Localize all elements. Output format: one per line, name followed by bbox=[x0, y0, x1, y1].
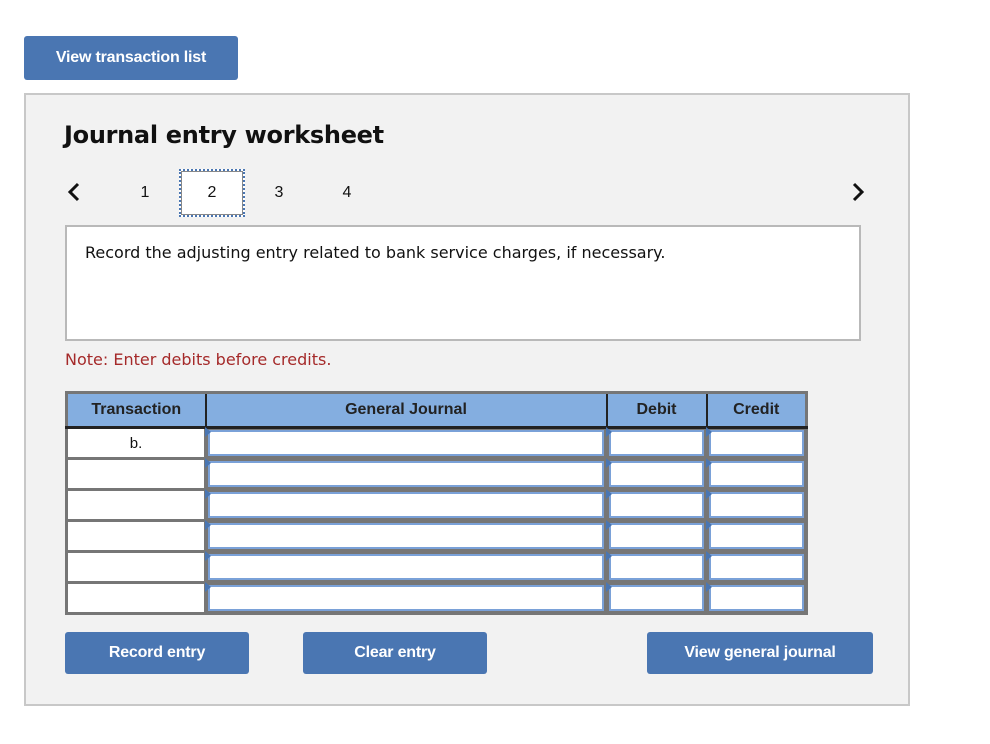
debit-input[interactable] bbox=[609, 430, 704, 456]
debit-input[interactable] bbox=[609, 461, 704, 487]
debit-cell bbox=[605, 519, 708, 553]
entry-note: Note: Enter debits before credits. bbox=[65, 350, 332, 369]
transaction-cell: b. bbox=[65, 426, 207, 460]
account-select[interactable] bbox=[208, 523, 604, 549]
clear-entry-button[interactable]: Clear entry bbox=[303, 632, 487, 674]
page-tab-3[interactable]: 3 bbox=[246, 169, 312, 217]
debit-cell bbox=[605, 488, 708, 522]
credit-cell bbox=[705, 581, 808, 615]
worksheet-pagination: 1 2 3 4 bbox=[26, 169, 908, 217]
account-select[interactable] bbox=[208, 461, 604, 487]
general_journal-cell bbox=[204, 488, 608, 522]
chevron-left-icon[interactable] bbox=[64, 181, 84, 203]
table-row: b. bbox=[65, 426, 808, 460]
input-marker-icon bbox=[606, 427, 612, 437]
credit-cell bbox=[705, 488, 808, 522]
worksheet-title: Journal entry worksheet bbox=[64, 121, 384, 149]
credit-cell bbox=[705, 550, 808, 584]
general_journal-cell bbox=[204, 550, 608, 584]
input-marker-icon bbox=[606, 458, 612, 468]
page-tab-1[interactable]: 1 bbox=[112, 169, 178, 217]
journal-entry-worksheet-panel: Journal entry worksheet 1 2 3 4 Record t… bbox=[24, 93, 910, 706]
debit-cell bbox=[605, 426, 708, 460]
input-marker-icon bbox=[606, 551, 612, 561]
input-marker-icon bbox=[706, 582, 712, 592]
input-marker-icon bbox=[205, 520, 211, 530]
account-select[interactable] bbox=[208, 492, 604, 518]
input-marker-icon bbox=[205, 427, 211, 437]
credit-cell bbox=[705, 519, 808, 553]
header-transaction: Transaction bbox=[66, 392, 207, 429]
credit-input[interactable] bbox=[709, 585, 804, 611]
credit-input[interactable] bbox=[709, 554, 804, 580]
input-marker-icon bbox=[706, 458, 712, 468]
page-tab-2[interactable]: 2 bbox=[179, 169, 245, 217]
chevron-right-icon[interactable] bbox=[848, 181, 868, 203]
table-row bbox=[65, 550, 808, 584]
input-marker-icon bbox=[606, 582, 612, 592]
account-select[interactable] bbox=[208, 430, 604, 456]
debit-input[interactable] bbox=[609, 523, 704, 549]
input-marker-icon bbox=[205, 582, 211, 592]
general_journal-cell bbox=[204, 519, 608, 553]
input-marker-icon bbox=[205, 489, 211, 499]
credit-input[interactable] bbox=[709, 492, 804, 518]
input-marker-icon bbox=[606, 520, 612, 530]
table-row bbox=[65, 519, 808, 553]
credit-input[interactable] bbox=[709, 430, 804, 456]
input-marker-icon bbox=[706, 520, 712, 530]
table-row bbox=[65, 457, 808, 491]
journal-entry-table: Transaction General Journal Debit Credit… bbox=[65, 391, 808, 615]
input-marker-icon bbox=[205, 551, 211, 561]
table-row bbox=[65, 581, 808, 615]
header-credit: Credit bbox=[706, 392, 807, 429]
transaction-cell bbox=[65, 488, 207, 522]
input-marker-icon bbox=[706, 489, 712, 499]
transaction-cell bbox=[65, 550, 207, 584]
credit-cell bbox=[705, 426, 808, 460]
input-marker-icon bbox=[706, 427, 712, 437]
input-marker-icon bbox=[606, 489, 612, 499]
general_journal-cell bbox=[204, 426, 608, 460]
debit-input[interactable] bbox=[609, 554, 704, 580]
account-select[interactable] bbox=[208, 554, 604, 580]
entry-description: Record the adjusting entry related to ba… bbox=[65, 225, 861, 341]
debit-cell bbox=[605, 457, 708, 491]
page-tab-4[interactable]: 4 bbox=[314, 169, 380, 217]
input-marker-icon bbox=[205, 458, 211, 468]
debit-input[interactable] bbox=[609, 585, 704, 611]
account-select[interactable] bbox=[208, 585, 604, 611]
transaction-cell bbox=[65, 519, 207, 553]
debit-cell bbox=[605, 550, 708, 584]
general_journal-cell bbox=[204, 457, 608, 491]
view-general-journal-button[interactable]: View general journal bbox=[647, 632, 873, 674]
transaction-cell bbox=[65, 457, 207, 491]
credit-input[interactable] bbox=[709, 523, 804, 549]
input-marker-icon bbox=[706, 551, 712, 561]
debit-input[interactable] bbox=[609, 492, 704, 518]
transaction-cell bbox=[65, 581, 207, 615]
credit-cell bbox=[705, 457, 808, 491]
record-entry-button[interactable]: Record entry bbox=[65, 632, 249, 674]
credit-input[interactable] bbox=[709, 461, 804, 487]
view-transaction-list-button[interactable]: View transaction list bbox=[24, 36, 238, 80]
table-row bbox=[65, 488, 808, 522]
general_journal-cell bbox=[204, 581, 608, 615]
header-general-journal: General Journal bbox=[205, 392, 608, 429]
debit-cell bbox=[605, 581, 708, 615]
header-debit: Debit bbox=[606, 392, 708, 429]
